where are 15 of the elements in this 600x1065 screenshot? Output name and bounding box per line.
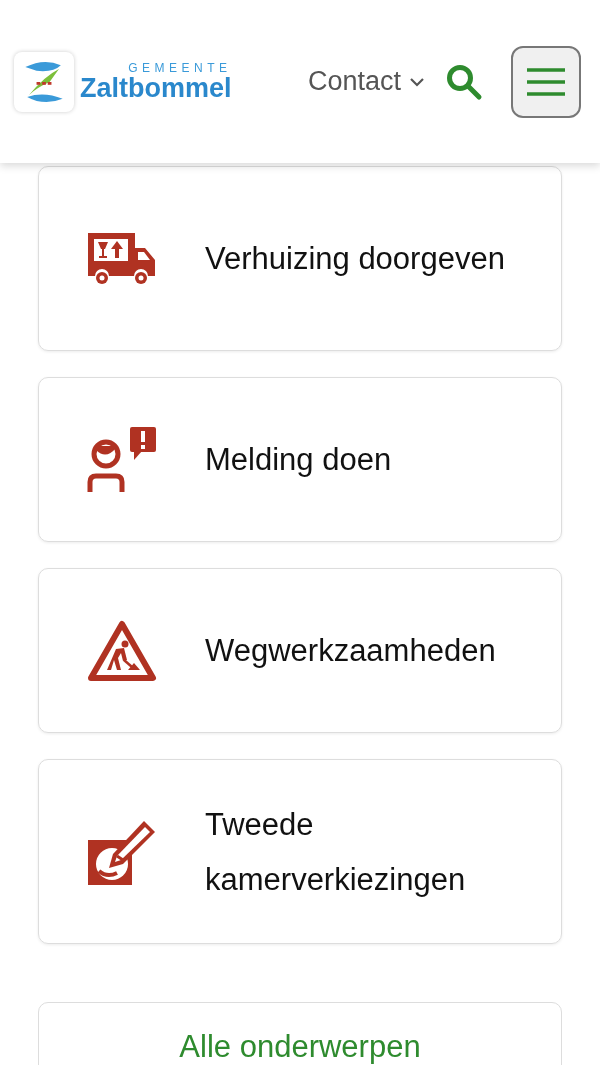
search-icon[interactable] (445, 62, 483, 101)
logo-subtitle: GEMEENTE (127, 61, 232, 74)
topic-card[interactable]: Wegwerkzaamheden (38, 568, 562, 733)
person-alert-icon (87, 425, 157, 494)
logo-wordmark: Zaltbommel (80, 73, 232, 102)
all-topics-button[interactable]: Alle onderwerpen (38, 1002, 562, 1065)
contact-menu[interactable]: Contact (307, 66, 425, 97)
moving-truck-icon (87, 231, 157, 286)
topic-card[interactable]: Tweede kamerverkiezingen (38, 759, 562, 944)
menu-button[interactable] (511, 45, 581, 118)
topic-card[interactable]: Verhuizing doorgeven (38, 166, 562, 351)
chevron-down-icon (409, 76, 425, 87)
menu-icon (526, 66, 566, 97)
topic-card[interactable]: Melding doen (38, 377, 562, 542)
roadwork-sign-icon (87, 619, 157, 682)
